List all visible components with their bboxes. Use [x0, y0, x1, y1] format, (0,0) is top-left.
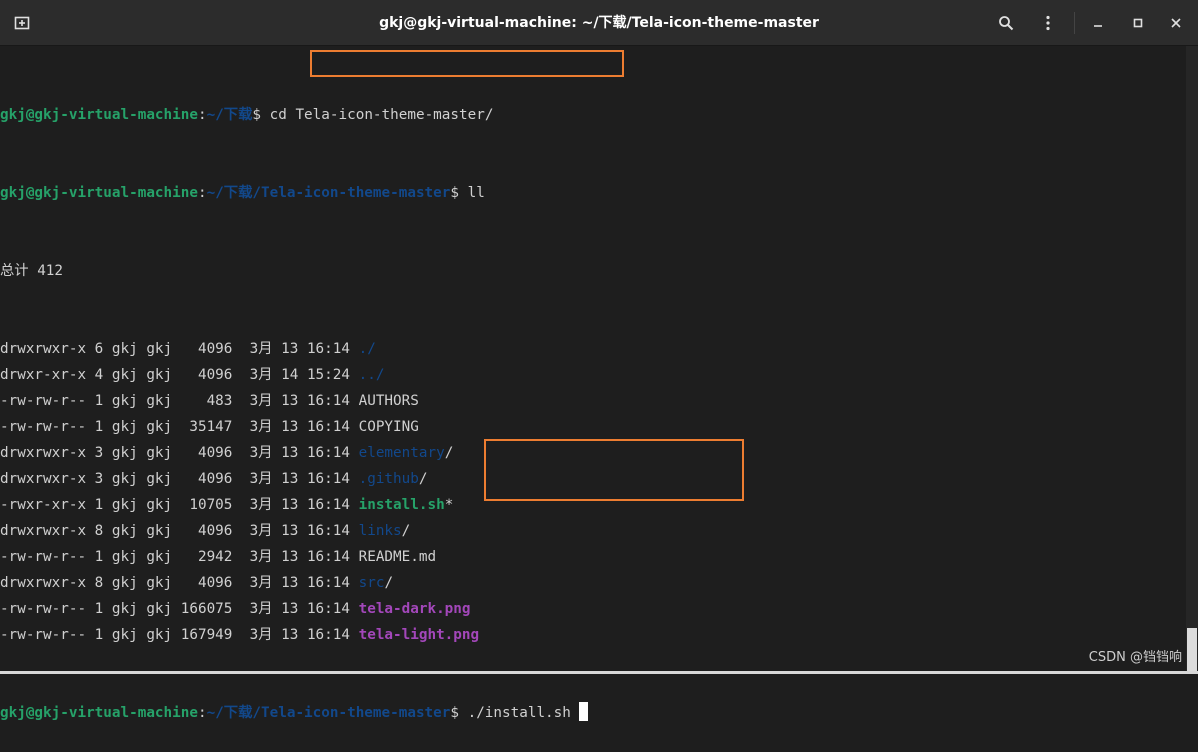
file-suffix: * — [444, 497, 454, 513]
prompt-colon: : — [197, 705, 207, 721]
command-cd: cd — [269, 107, 296, 123]
listing-row: -rw-rw-r-- 1 gkj gkj 166075 3月 13 16:14 … — [0, 596, 1186, 622]
minimize-icon[interactable] — [1084, 9, 1112, 37]
maximize-icon[interactable] — [1124, 9, 1152, 37]
prompt-dollar: $ — [252, 107, 270, 123]
close-icon[interactable] — [1162, 9, 1190, 37]
prompt-path: ~/下载 — [206, 107, 253, 123]
scrollbar[interactable] — [1186, 46, 1198, 674]
prompt-path: ~/下载/Tela-icon-theme-master — [206, 705, 451, 721]
scrollbar-edge — [1187, 628, 1197, 674]
file-name: tela-dark.png — [358, 601, 471, 617]
command-install: ./install.sh — [467, 705, 571, 721]
file-meta: -rw-rw-r-- 1 gkj gkj 483 3月 13 16:14 — [0, 393, 359, 409]
file-name: ./ — [358, 341, 376, 357]
listing-row: -rw-rw-r-- 1 gkj gkj 483 3月 13 16:14 AUT… — [0, 388, 1186, 414]
prompt-userhost: gkj@gkj-virtual-machine — [0, 107, 198, 123]
prompt-userhost: gkj@gkj-virtual-machine — [0, 705, 198, 721]
prompt-dollar: $ — [450, 705, 468, 721]
file-meta: drwxrwxr-x 6 gkj gkj 4096 3月 13 16:14 — [0, 341, 359, 357]
file-meta: drwxrwxr-x 8 gkj gkj 4096 3月 13 16:14 — [0, 575, 359, 591]
file-meta: -rw-rw-r-- 1 gkj gkj 2942 3月 13 16:14 — [0, 549, 359, 565]
file-suffix: / — [401, 523, 411, 539]
prompt-path: ~/下载/Tela-icon-theme-master — [206, 185, 451, 201]
listing-row: drwxrwxr-x 8 gkj gkj 4096 3月 13 16:14 li… — [0, 518, 1186, 544]
file-name: COPYING — [358, 419, 419, 435]
file-suffix: / — [444, 445, 454, 461]
prompt-colon: : — [197, 185, 207, 201]
listing-row: -rw-rw-r-- 1 gkj gkj 167949 3月 13 16:14 … — [0, 622, 1186, 648]
prompt-dollar: $ — [450, 185, 468, 201]
file-meta: -rwxr-xr-x 1 gkj gkj 10705 3月 13 16:14 — [0, 497, 359, 513]
command-ll: ll — [467, 185, 485, 201]
terminal-output[interactable]: gkj@gkj-virtual-machine:~/下载$ cd Tela-ic… — [0, 50, 1186, 721]
file-name: elementary — [358, 445, 445, 461]
command-cd-arg: Tela-icon-theme-master/ — [295, 107, 494, 123]
prompt-userhost: gkj@gkj-virtual-machine — [0, 185, 198, 201]
search-icon[interactable] — [992, 9, 1020, 37]
file-name: tela-light.png — [358, 627, 480, 643]
watermark: CSDN @铛铛响 — [1088, 650, 1182, 665]
listing-row: -rw-rw-r-- 1 gkj gkj 35147 3月 13 16:14 C… — [0, 414, 1186, 440]
listing-row: drwxrwxr-x 8 gkj gkj 4096 3月 13 16:14 sr… — [0, 570, 1186, 596]
title-bar: gkj@gkj-virtual-machine: ~/下载/Tela-icon-… — [0, 0, 1198, 46]
file-meta: -rw-rw-r-- 1 gkj gkj 167949 3月 13 16:14 — [0, 627, 359, 643]
file-meta: drwxrwxr-x 8 gkj gkj 4096 3月 13 16:14 — [0, 523, 359, 539]
listing-row: drwxrwxr-x 6 gkj gkj 4096 3月 13 16:14 ./ — [0, 336, 1186, 362]
total-line: 总计 412 — [0, 263, 64, 279]
listing-row: -rw-rw-r-- 1 gkj gkj 2942 3月 13 16:14 RE… — [0, 544, 1186, 570]
file-meta: drwxrwxr-x 3 gkj gkj 4096 3月 13 16:14 — [0, 445, 359, 461]
text-cursor — [578, 702, 588, 721]
file-name: links — [358, 523, 402, 539]
prompt-line-3[interactable]: gkj@gkj-virtual-machine:~/下载/Tela-icon-t… — [0, 700, 1186, 726]
file-meta: -rw-rw-r-- 1 gkj gkj 35147 3月 13 16:14 — [0, 419, 359, 435]
file-meta: drwxrwxr-x 3 gkj gkj 4096 3月 13 16:14 — [0, 471, 359, 487]
highlight-box-install — [484, 439, 744, 501]
file-suffix: / — [384, 575, 394, 591]
file-meta: drwxr-xr-x 4 gkj gkj 4096 3月 14 15:24 — [0, 367, 359, 383]
file-suffix: / — [418, 471, 428, 487]
file-name: AUTHORS — [358, 393, 419, 409]
title-separator — [1074, 12, 1075, 34]
file-name: install.sh — [358, 497, 445, 513]
kebab-menu-icon[interactable] — [1034, 9, 1062, 37]
file-meta: -rw-rw-r-- 1 gkj gkj 166075 3月 13 16:14 — [0, 601, 359, 617]
file-name: README.md — [358, 549, 437, 565]
file-name: ../ — [358, 367, 385, 383]
file-name: src — [358, 575, 385, 591]
highlight-box-cd-arg — [310, 50, 624, 77]
listing-row: drwxr-xr-x 4 gkj gkj 4096 3月 14 15:24 ..… — [0, 362, 1186, 388]
prompt-colon: : — [197, 107, 207, 123]
file-name: .github — [358, 471, 419, 487]
prompt-line-1: gkj@gkj-virtual-machine:~/下载$ cd Tela-ic… — [0, 102, 1186, 128]
prompt-line-2: gkj@gkj-virtual-machine:~/下载/Tela-icon-t… — [0, 180, 1186, 206]
